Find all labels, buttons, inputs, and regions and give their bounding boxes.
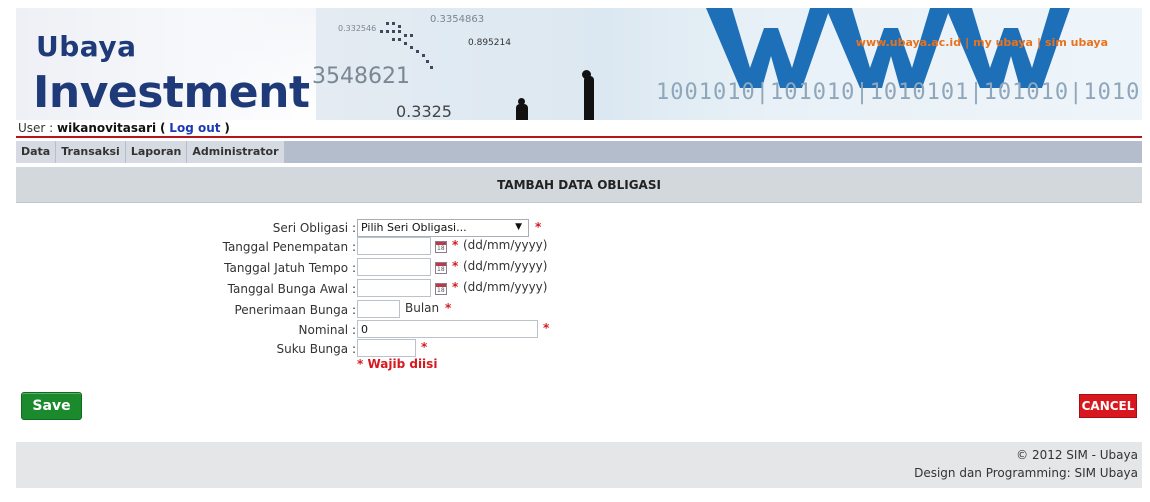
close-paren: ) [224,121,230,135]
required-marker: * [452,259,459,273]
decorative-number: 0.332546 [338,24,377,33]
tanggal-bunga-awal-label: Tanggal Bunga Awal : [227,282,356,296]
footer-copyright: © 2012 SIM - Ubaya [1016,448,1138,462]
form-row-seri: Seri Obligasi : [150,219,356,239]
tanggal-jatuh-tempo-label: Tanggal Jatuh Tempo : [224,261,356,275]
required-marker: * [452,238,459,252]
sim-ubaya-link[interactable]: sim ubaya [1045,36,1108,49]
menu-item-administrator[interactable]: Administrator [187,141,285,163]
header-divider [16,136,1142,138]
business-person-silhouette [516,104,528,120]
calendar-icon[interactable] [435,241,447,253]
brand-title-small: Ubaya [36,30,137,63]
required-marker: * [543,321,550,335]
page-title: TAMBAH DATA OBLIGASI [16,167,1142,203]
brand-title-large: Investment [33,67,310,118]
form-row-nominal: Nominal : [150,321,357,341]
tanggal-penempatan-label: Tanggal Penempatan : [222,240,356,254]
tanggal-penempatan-input[interactable] [357,237,431,255]
calendar-icon[interactable] [435,262,447,274]
decorative-number: 0.3354863 [430,14,485,25]
ubaya-website-link[interactable]: www.ubaya.ac.id [856,36,961,49]
business-person-silhouette [518,98,525,105]
page-footer: © 2012 SIM - Ubaya Design dan Programmin… [16,442,1142,488]
business-person-silhouette [582,70,591,79]
chevron-down-icon: ▼ [515,222,522,232]
decorative-number: 0.3325 [396,102,452,120]
required-marker: * [452,280,459,294]
link-separator: | [965,36,970,49]
main-menu-bar: Data Transaksi Laporan Administrator [16,141,1142,163]
link-separator: | [1036,36,1041,49]
decorative-number: 3548621 [312,64,410,89]
tanggal-jatuh-tempo-input[interactable] [357,258,431,276]
nominal-label: Nominal : [298,323,357,337]
suku-bunga-label: Suku Bunga : [276,342,357,356]
logout-link[interactable]: Log out [169,121,220,135]
date-format-hint: (dd/mm/yyyy) [463,259,548,273]
bulan-unit-label: Bulan [405,301,440,315]
tanggal-bunga-awal-input[interactable] [357,279,431,297]
header-banner: 0.3354863 0.332546 0.895214 3548621 0.33… [16,8,1142,120]
footer-credit: Design dan Programming: SIM Ubaya [914,466,1138,480]
form-row-suku-bunga: Suku Bunga : [150,340,357,360]
decorative-number: 0.895214 [468,38,511,48]
save-button[interactable]: Save [21,392,82,420]
nominal-input[interactable] [357,320,538,338]
binary-decoration-text: 1001010|101010|1010101|101010|10101010 [656,80,1142,105]
penerimaan-bunga-input[interactable] [357,300,400,318]
open-paren: ( [159,121,166,135]
calendar-icon[interactable] [435,283,447,295]
required-marker: * [445,301,452,315]
header-links: www.ubaya.ac.id | my ubaya | sim ubaya [856,36,1108,49]
required-marker: * [421,340,428,354]
menu-item-transaksi[interactable]: Transaksi [56,141,126,163]
seri-obligasi-selected-value: Pilih Seri Obligasi... [361,221,467,234]
seri-obligasi-select[interactable]: Pilih Seri Obligasi... ▼ [357,219,529,237]
date-format-hint: (dd/mm/yyyy) [463,238,548,252]
penerimaan-bunga-label: Penerimaan Bunga : [234,303,356,317]
menu-item-data[interactable]: Data [16,141,57,163]
suku-bunga-input[interactable] [357,339,416,357]
business-person-silhouette [584,76,594,120]
required-marker: * [535,220,542,234]
required-fields-note: * Wajib diisi [357,357,438,371]
form-row-tanggal-penempatan: Tanggal Penempatan : [150,238,356,258]
seri-obligasi-label: Seri Obligasi : [272,221,356,235]
date-format-hint: (dd/mm/yyyy) [463,280,548,294]
cancel-button[interactable]: CANCEL [1079,394,1137,418]
user-label: User : [18,121,54,135]
form-row-penerimaan-bunga: Penerimaan Bunga : [150,301,356,321]
menu-item-laporan[interactable]: Laporan [126,141,188,163]
form-row-tanggal-bunga-awal: Tanggal Bunga Awal : [150,280,356,300]
my-ubaya-link[interactable]: my ubaya [973,36,1033,49]
form-row-tanggal-jatuh-tempo: Tanggal Jatuh Tempo : [150,259,356,279]
username: wikanovitasari [57,121,157,135]
menu-items: Data Transaksi Laporan Administrator [16,141,285,163]
user-info: User : wikanovitasari ( Log out ) [18,121,230,135]
